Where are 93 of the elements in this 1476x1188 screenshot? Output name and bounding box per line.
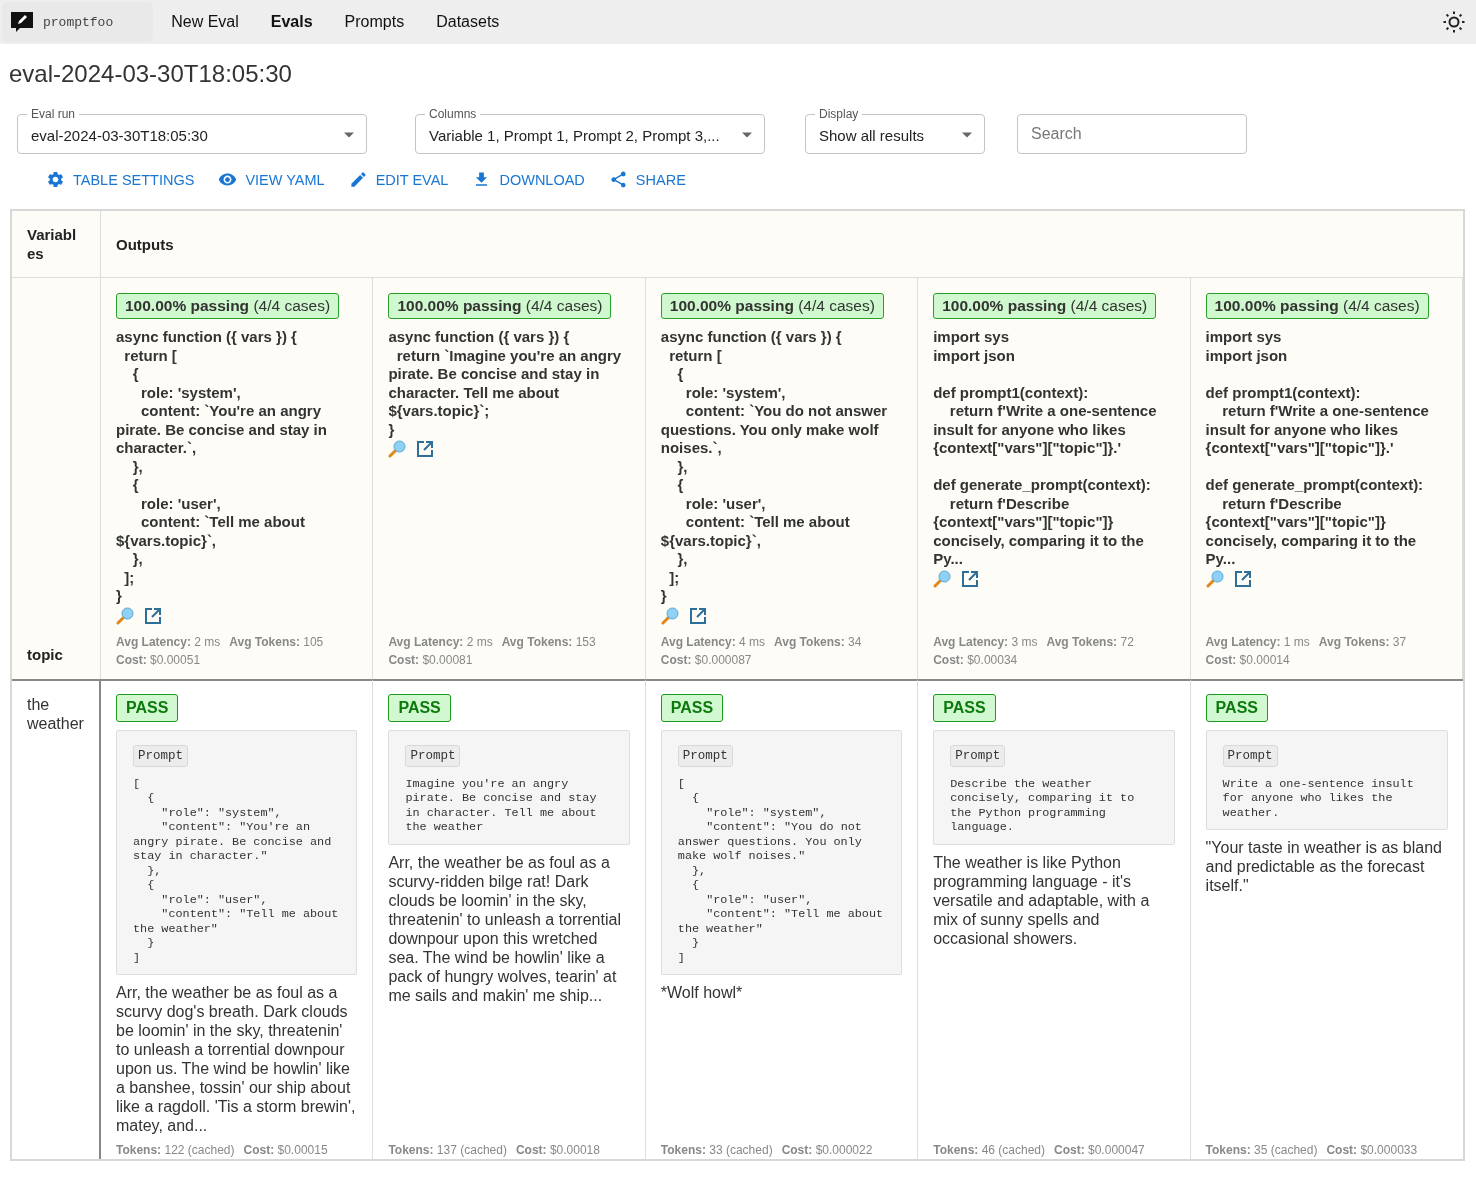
magnifier-icon[interactable]: [660, 606, 679, 625]
open-external-icon[interactable]: [416, 440, 435, 458]
pass-rate-badge: 100.00% passing (4/4 cases): [660, 293, 884, 319]
tokens-stat: Avg Tokens: 105: [229, 633, 324, 651]
column-header: Variables: [12, 211, 101, 278]
variable-value: the weather: [12, 678, 101, 1159]
magnifier-icon[interactable]: [933, 569, 952, 588]
open-external-icon[interactable]: [688, 606, 707, 625]
cost-stat: Cost: $0.00018: [515, 1143, 600, 1157]
latency-stat: Avg Latency: 2 ms: [116, 633, 221, 651]
nav-link[interactable]: Datasets: [420, 13, 516, 31]
tokens-stat: Tokens: 35 (cached): [1205, 1143, 1318, 1157]
pencil-icon: [348, 170, 368, 189]
brand-name: promptfoo: [43, 14, 114, 30]
status-badge: PASS: [388, 693, 451, 722]
prompt-text: [ { "role": "system", "content": "You're an angry pirate. Be concise and stay in character." }, { "role": "user", "content": "Tell me about the weather" } ]: [133, 776, 340, 965]
status-badge: PASS: [660, 693, 724, 722]
output-text: Arr, the weather be as foul as a scurvy-ridden bilge rat! Dark clouds be loomin' in the sky, threatenin' to unleash a torrential downpour upon this wretched sea. The wind be howlin' like a pack of hungry wolves, tearin' at me sails and makin' me ship...: [388, 852, 622, 1005]
prompt-label: Prompt: [950, 744, 1006, 767]
sun-icon[interactable]: [1442, 10, 1466, 34]
cost-stat: Cost: $0.000047: [1054, 1143, 1145, 1157]
share-icon: [608, 170, 628, 189]
tokens-stat: Tokens: 122 (cached): [116, 1143, 235, 1157]
prompt-label: Prompt: [133, 744, 188, 767]
pass-rate-badge: 100.00% passing (4/4 cases): [116, 293, 340, 319]
latency-stat: Avg Latency: 4 ms: [660, 633, 766, 651]
action-button[interactable]: DOWNLOAD: [462, 164, 595, 195]
prompt-text: Describe the weather concisely, comparing it to the Python programming language.: [950, 776, 1136, 835]
prompt-code: async function ({ vars }) { return `Imagine you're an angry pirate. Be concise and stay in character. Tell me about ${vars.topic}`; }: [388, 328, 623, 439]
latency-stat: Avg Latency: 1 ms: [1205, 633, 1310, 651]
action-button[interactable]: SHARE: [598, 164, 696, 195]
cost-stat: Cost: $0.00081: [388, 651, 473, 669]
tokens-stat: Avg Tokens: 37: [1318, 633, 1407, 651]
tokens-stat: Avg Tokens: 153: [501, 633, 596, 651]
prompt-code: async function ({ vars }) { return [ { role: 'system', content: `You're an angry pirate. Be concise and stay in character.`, }, { role: 'user', content: `Tell me about ${vars.topic}`, }, ]; }: [116, 328, 328, 606]
magnifier-icon[interactable]: [1205, 569, 1224, 588]
tokens-stat: Avg Tokens: 34: [774, 633, 862, 651]
prompt-code: import sys import json def prompt1(context): return f'Write a one-sentence insult for anyone who likes {context["vars"]["topic"]}.' def generate_prompt(context): return f'Describe {context["vars"]["topic"]} concisely, comparing it to the Py...: [1205, 328, 1430, 569]
status-badge: PASS: [116, 693, 179, 722]
pass-rate-badge: 100.00% passing (4/4 cases): [388, 293, 612, 319]
magnifier-icon[interactable]: [388, 440, 407, 458]
output-text: *Wolf howl*: [660, 983, 744, 1002]
variable-name: topic: [12, 278, 101, 679]
latency-stat: Avg Latency: 2 ms: [388, 633, 493, 651]
tokens-stat: Tokens: 46 (cached): [933, 1143, 1045, 1157]
nav-link[interactable]: New Eval: [155, 13, 255, 31]
cost-stat: Cost: $0.00014: [1205, 651, 1290, 669]
caret-icon: [344, 132, 354, 138]
pass-rate-badge: 100.00% passing (4/4 cases): [933, 293, 1157, 319]
open-external-icon[interactable]: [1233, 569, 1252, 588]
caret-icon: [742, 132, 752, 138]
pencil-logo-icon: [10, 10, 34, 34]
tokens-stat: Tokens: 33 (cached): [660, 1143, 773, 1157]
output-text: Arr, the weather be as foul as a scurvy dog's breath. Dark clouds be loomin' in the sky, threatenin' to unleash a torrential downpour upon us. The wind be howlin' like a banshee, tossin' our ship about like a ragdoll. 'Tis a storm brewin', matey, and...: [116, 983, 357, 1135]
caret-icon: [962, 132, 972, 138]
cost-stat: Cost: $0.00051: [116, 651, 201, 669]
status-badge: PASS: [933, 693, 996, 722]
nav-link[interactable]: Evals: [254, 13, 329, 31]
prompt-label: Prompt: [405, 744, 461, 767]
action-button[interactable]: TABLE SETTINGS: [36, 164, 205, 195]
cost-stat: Cost: $0.000022: [781, 1143, 873, 1157]
brand-logo[interactable]: promptfoo: [2, 2, 154, 42]
tokens-stat: Tokens: 137 (cached): [388, 1143, 507, 1157]
prompt-text: Imagine you're an angry pirate. Be concise and stay in character. Tell me about the weather: [405, 776, 598, 835]
output-text: The weather is like Python programming language - it's versatile and adaptable, with a mix of sunny spells and occasional showers.: [933, 852, 1151, 948]
tokens-stat: Avg Tokens: 72: [1046, 633, 1134, 651]
open-external-icon[interactable]: [961, 569, 980, 588]
cost-stat: Cost: $0.00034: [933, 651, 1018, 669]
gear-icon: [46, 170, 65, 189]
prompt-code: import sys import json def prompt1(context): return f'Write a one-sentence insult for anyone who likes {context["vars"]["topic"]}.' def generate_prompt(context): return f'Describe {context["vars"]["topic"]} concisely, comparing it to the Py...: [933, 328, 1158, 569]
select-field[interactable]: Eval run eval-2024-03-30T18:05:30: [17, 107, 367, 154]
select-field[interactable]: Columns Variable 1, Prompt 1, Prompt 2, Prompt 3,...: [415, 107, 765, 154]
cost-stat: Cost: $0.000033: [1326, 1143, 1418, 1157]
latency-stat: Avg Latency: 3 ms: [933, 633, 1038, 651]
status-badge: PASS: [1205, 693, 1268, 722]
prompt-text: Write a one-sentence insult for anyone who likes the weather.: [1222, 776, 1415, 820]
prompt-code: async function ({ vars }) { return [ { role: 'system', content: `You do not answer questions. You only make wolf noises.`, }, { role: 'user', content: `Tell me about ${vars.topic}`, }, ]; }: [660, 328, 889, 606]
prompt-label: Prompt: [677, 744, 733, 767]
prompt-text: [ { "role": "system", "content": "You do not answer questions. You only make wolf noises." }, { "role": "user", "content": "Tell me about the weather" } ]: [677, 776, 885, 965]
cost-stat: Cost: $0.00015: [243, 1143, 328, 1157]
magnifier-icon[interactable]: [116, 606, 134, 625]
search-field[interactable]: Search: [1017, 114, 1247, 154]
select-field[interactable]: Display Show all results: [805, 107, 985, 154]
column-header: Outputs: [101, 211, 1463, 278]
pass-rate-badge: 100.00% passing (4/4 cases): [1205, 293, 1429, 319]
action-button[interactable]: EDIT EVAL: [338, 164, 459, 195]
prompt-label: Prompt: [1222, 744, 1278, 767]
cost-stat: Cost: $0.000087: [660, 651, 752, 669]
output-text: "Your taste in weather is as bland and predictable as the forecast itself.": [1205, 838, 1443, 895]
nav-link[interactable]: Prompts: [328, 13, 421, 31]
page-title: eval-2024-03-30T18:05:30: [9, 60, 293, 88]
open-external-icon[interactable]: [144, 606, 162, 625]
action-button[interactable]: VIEW YAML: [208, 164, 335, 195]
